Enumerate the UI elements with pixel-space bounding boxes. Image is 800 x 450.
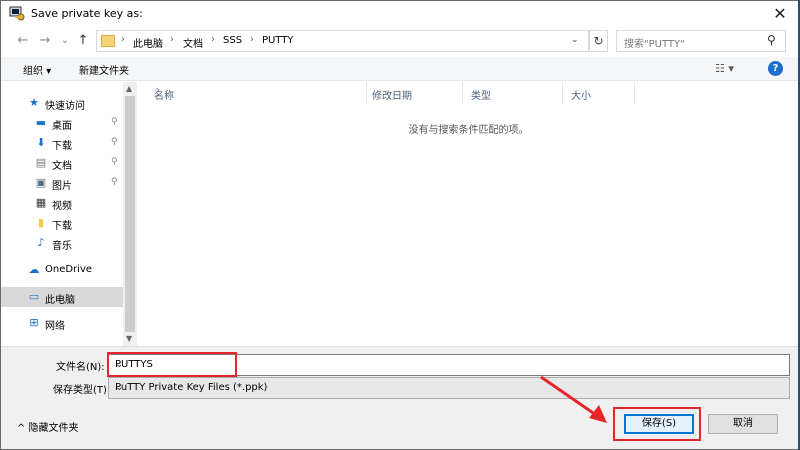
new-folder-button[interactable]: 新建文件夹 — [79, 62, 129, 77]
forward-arrow-icon[interactable]: → — [37, 33, 53, 49]
scrollbar-thumb[interactable] — [125, 96, 135, 332]
empty-results-message: 没有与搜索条件匹配的项。 — [408, 125, 529, 136]
breadcrumb-documents[interactable]: 文档 — [183, 35, 203, 50]
breadcrumb-sss[interactable]: SSS — [223, 35, 242, 46]
column-label: 类型 — [471, 91, 491, 102]
column-header-type[interactable]: 类型 — [463, 82, 563, 104]
sidebar-item[interactable]: ▬ 桌面 ⚲ — [1, 113, 123, 133]
filetype-select[interactable]: PuTTY Private Key Files (*.ppk) ⌄ — [108, 377, 790, 399]
scroll-up-icon[interactable]: ▲ — [126, 84, 132, 93]
breadcrumb-putty[interactable]: PUTTY — [262, 35, 294, 46]
network-icon: ⊞ — [29, 316, 39, 329]
filetype-label: 保存类型(T): — [53, 385, 111, 396]
sidebar-item-label: 此电脑 — [45, 295, 75, 306]
address-bar[interactable]: › 此电脑 › 文档 › SSS › PUTTY ⌄ — [96, 30, 589, 52]
pin-icon: ⚲ — [111, 177, 118, 187]
view-options-icon[interactable]: ☷ ▾ — [715, 62, 734, 75]
video-icon: ▦ — [35, 196, 47, 209]
sidebar-item-label: 桌面 — [52, 121, 72, 132]
highlight-box — [613, 407, 701, 441]
download-icon: ⬇ — [36, 136, 46, 149]
save-form: 文件名(N): PUTTYS ⌄ 保存类型(T): PuTTY Private … — [1, 346, 799, 449]
close-icon[interactable]: ✕ — [761, 1, 799, 27]
highlight-box — [107, 352, 237, 377]
navigation-pane: ★ 快速访问 ▬ 桌面 ⚲ ⬇ 下载 ⚲ ▤ 文档 ⚲ ▣ 图片 ⚲ ▦ 视频 ▮ 下载 ♪ 音乐 ☁ OneDrive ▭… — [1, 82, 137, 346]
folder-icon — [101, 35, 115, 47]
sidebar-item-label: 快速访问 — [45, 101, 85, 112]
navigation-bar: ← → ⌄ ↑ › 此电脑 › 文档 › SSS › PUTTY ⌄ ↻ 搜索"… — [1, 27, 799, 57]
search-placeholder: 搜索"PUTTY" — [624, 39, 685, 50]
folder-icon: ▮ — [37, 216, 45, 229]
sidebar-item[interactable]: ▮ 下载 — [1, 213, 123, 233]
navigation-scrollbar[interactable]: ▲ ▼ — [123, 82, 137, 346]
sidebar-item[interactable]: ★ 快速访问 — [1, 93, 123, 113]
breadcrumb-separator: › — [211, 34, 215, 45]
sort-ascending-icon: ^ — [154, 87, 161, 96]
search-input[interactable]: 搜索"PUTTY" ⚲ — [616, 30, 786, 52]
sidebar-item[interactable]: ⊞ 网络 — [1, 313, 123, 333]
sidebar-item[interactable]: ▤ 文档 ⚲ — [1, 153, 123, 173]
pin-icon: ⚲ — [111, 137, 118, 147]
search-icon[interactable]: ⚲ — [767, 33, 776, 47]
sidebar-item-label: OneDrive — [45, 264, 93, 275]
breadcrumb-separator: › — [121, 34, 125, 45]
sidebar-item-label: 音乐 — [52, 241, 72, 252]
hide-folders-toggle[interactable]: ^ 隐藏文件夹 — [17, 419, 79, 434]
sidebar-item[interactable]: ☁ OneDrive — [1, 260, 123, 280]
column-label: 大小 — [571, 91, 591, 102]
sidebar-item[interactable]: ▭ 此电脑 — [1, 287, 123, 307]
sidebar-item-label: 图片 — [52, 181, 72, 192]
putty-key-icon — [9, 6, 25, 21]
cancel-button[interactable]: 取消 — [708, 414, 778, 434]
music-icon: ♪ — [37, 236, 45, 249]
window-title: Save private key as: — [31, 7, 143, 20]
star-icon: ★ — [29, 96, 39, 109]
column-header-size[interactable]: 大小 — [563, 82, 635, 104]
column-header-name[interactable]: 名称 ^ — [146, 82, 367, 104]
sidebar-item-label: 网络 — [45, 321, 65, 332]
up-arrow-icon[interactable]: ↑ — [75, 33, 91, 49]
cloud-icon: ☁ — [28, 263, 40, 276]
filename-label: 文件名(N): — [56, 362, 105, 373]
column-header-date[interactable]: 修改日期 — [364, 82, 463, 104]
breadcrumb-separator: › — [170, 34, 174, 45]
save-dialog-window: Save private key as: ✕ ← → ⌄ ↑ › 此电脑 › 文… — [0, 0, 800, 450]
file-list: 名称 ^ 修改日期 类型 大小 没有与搜索条件匹配的项。 — [138, 82, 799, 346]
refresh-icon[interactable]: ↻ — [589, 30, 608, 52]
pin-icon: ⚲ — [111, 117, 118, 127]
back-arrow-icon[interactable]: ← — [15, 33, 31, 49]
column-label: 修改日期 — [372, 91, 412, 102]
desktop-icon: ▬ — [35, 116, 47, 129]
sidebar-item[interactable]: ▦ 视频 — [1, 193, 123, 213]
document-icon: ▤ — [35, 156, 47, 169]
pin-icon: ⚲ — [111, 157, 118, 167]
sidebar-item-label: 下载 — [52, 141, 72, 152]
picture-icon: ▣ — [35, 176, 47, 189]
sidebar-item-label: 视频 — [52, 201, 72, 212]
computer-icon: ▭ — [28, 290, 40, 303]
recent-locations-icon[interactable]: ⌄ — [57, 33, 73, 49]
chevron-down-icon[interactable]: ⌄ — [115, 382, 784, 393]
command-bar: 组织 ▾ 新建文件夹 ☷ ▾ ? — [1, 57, 799, 81]
scroll-down-icon[interactable]: ▼ — [126, 334, 132, 343]
title-bar: Save private key as: ✕ — [1, 1, 799, 27]
sidebar-item[interactable]: ▣ 图片 ⚲ — [1, 173, 123, 193]
help-icon[interactable]: ? — [768, 61, 783, 76]
sidebar-item[interactable]: ♪ 音乐 — [1, 233, 123, 253]
sidebar-item[interactable]: ⬇ 下载 ⚲ — [1, 133, 123, 153]
chevron-down-icon[interactable]: ⌄ — [571, 35, 579, 45]
organize-button[interactable]: 组织 ▾ — [23, 62, 51, 77]
sidebar-item-label: 下载 — [52, 221, 72, 232]
breadcrumb-this-pc[interactable]: 此电脑 — [133, 35, 163, 50]
breadcrumb-separator: › — [250, 34, 254, 45]
sidebar-item-label: 文档 — [52, 161, 72, 172]
